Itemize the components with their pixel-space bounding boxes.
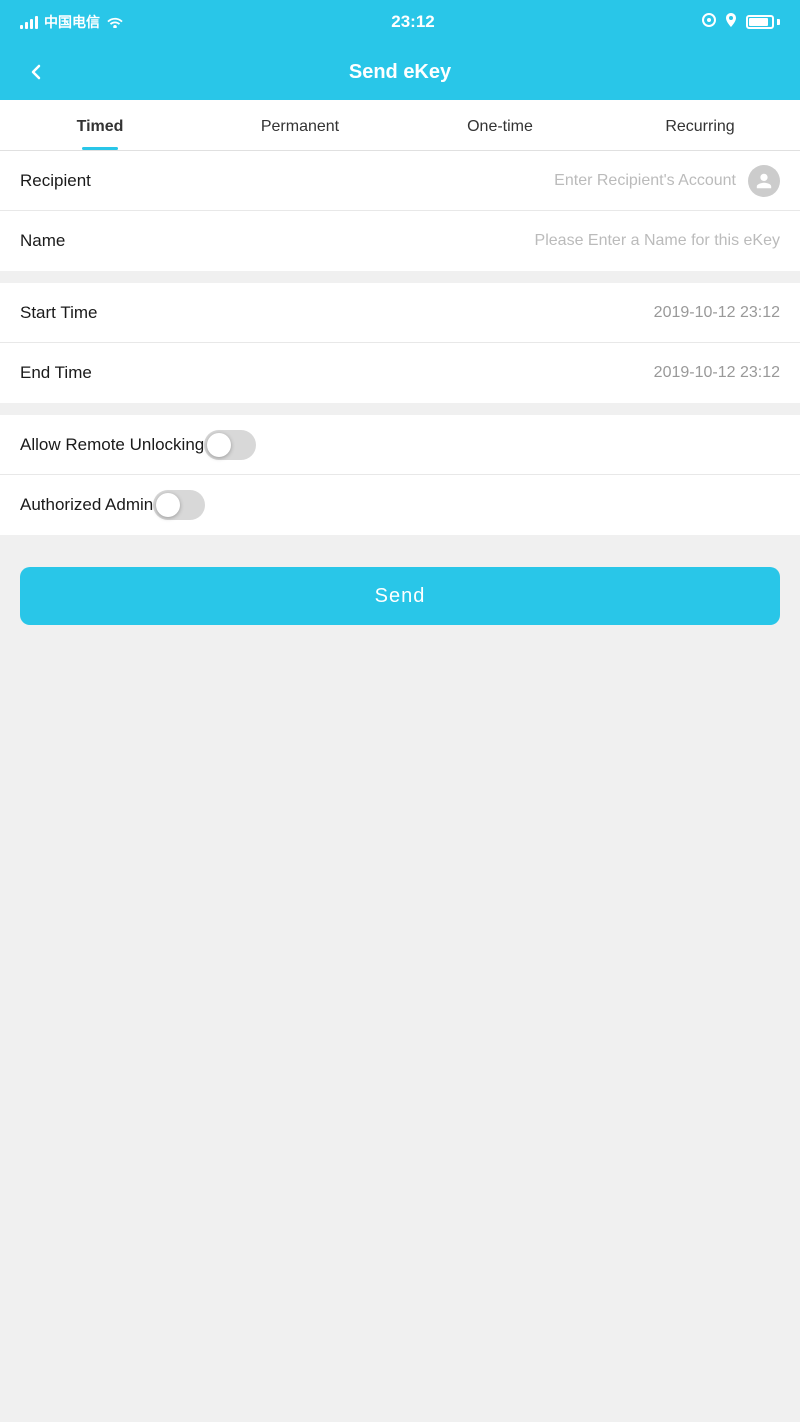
start-time-row[interactable]: Start Time 2019-10-12 23:12 (0, 283, 800, 343)
end-time-label: End Time (20, 363, 150, 383)
signal-icon (20, 15, 38, 29)
contact-picker-button[interactable] (748, 165, 780, 197)
carrier-label: 中国电信 (44, 12, 100, 32)
status-left: 中国电信 (20, 12, 124, 32)
location-icon (724, 13, 738, 32)
authorized-admin-toggle[interactable] (153, 490, 205, 520)
name-row: Name (0, 211, 800, 271)
lock-icon (702, 13, 716, 32)
toggles-section: Allow Remote Unlocking Authorized Admin (0, 415, 800, 535)
tab-onetime[interactable]: One-time (400, 100, 600, 150)
send-section: Send (0, 547, 800, 645)
name-input[interactable] (150, 232, 780, 250)
allow-remote-toggle[interactable] (204, 430, 256, 460)
end-time-row[interactable]: End Time 2019-10-12 23:12 (0, 343, 800, 403)
tab-recurring[interactable]: Recurring (600, 100, 800, 150)
page-title: Send eKey (349, 61, 451, 84)
start-time-label: Start Time (20, 303, 150, 323)
recipient-label: Recipient (20, 171, 150, 191)
allow-remote-label: Allow Remote Unlocking (20, 435, 204, 455)
start-time-value: 2019-10-12 23:12 (150, 304, 780, 322)
authorized-admin-label: Authorized Admin (20, 495, 153, 515)
tab-timed[interactable]: Timed (0, 100, 200, 150)
battery-icon (746, 15, 780, 29)
end-time-value: 2019-10-12 23:12 (150, 364, 780, 382)
header: Send eKey (0, 44, 800, 100)
wifi-icon (106, 14, 124, 31)
name-label: Name (20, 231, 150, 251)
recipient-row: Recipient (0, 151, 800, 211)
time-section: Start Time 2019-10-12 23:12 End Time 201… (0, 283, 800, 403)
status-time: 23:12 (391, 12, 434, 32)
page-background (0, 645, 800, 1045)
recipient-input[interactable] (150, 172, 736, 190)
allow-remote-row: Allow Remote Unlocking (0, 415, 800, 475)
back-button[interactable] (20, 56, 52, 88)
status-bar: 中国电信 23:12 (0, 0, 800, 44)
tab-permanent[interactable]: Permanent (200, 100, 400, 150)
tabs-container: Timed Permanent One-time Recurring (0, 100, 800, 151)
authorized-admin-row: Authorized Admin (0, 475, 800, 535)
status-right (702, 13, 780, 32)
recipient-name-section: Recipient Name (0, 151, 800, 271)
send-button[interactable]: Send (20, 567, 780, 625)
